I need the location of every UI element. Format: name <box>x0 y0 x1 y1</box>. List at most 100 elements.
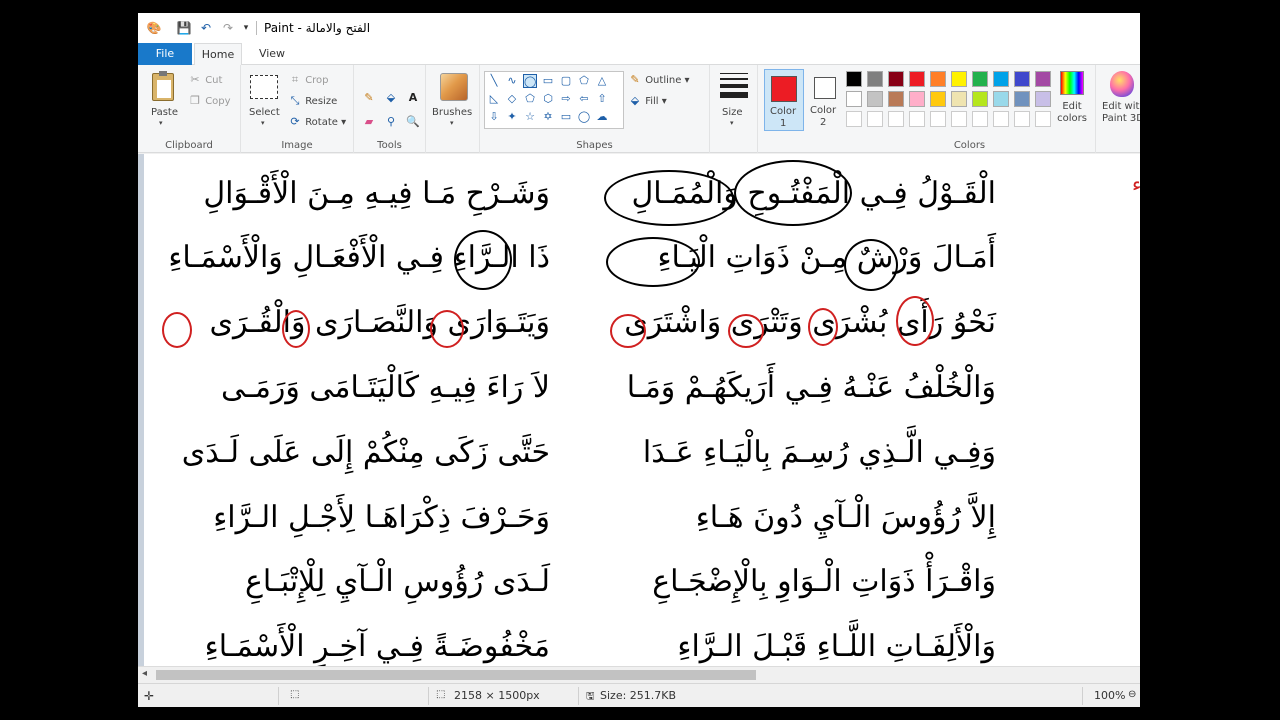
rotate-button[interactable]: ⟳ Rotate ▾ <box>288 115 346 128</box>
palette-color-swatch[interactable] <box>1014 91 1030 107</box>
oval-shape-icon[interactable]: ◯ <box>523 74 537 88</box>
pencil-icon[interactable]: ✎ <box>362 91 376 105</box>
diamond-shape-icon[interactable]: ◇ <box>505 92 519 106</box>
size-button[interactable]: Size ▾ <box>718 71 750 131</box>
edit-with-paint3d-button[interactable]: Edit with Paint 3D <box>1098 71 1140 133</box>
custom-color-slot[interactable] <box>846 111 862 127</box>
triangle-shape-icon[interactable]: △ <box>595 74 609 88</box>
margin-glyph: ء <box>1132 172 1140 196</box>
select-button[interactable]: Select ▾ <box>246 69 284 129</box>
custom-color-slot[interactable] <box>909 111 925 127</box>
palette-color-swatch[interactable] <box>1014 71 1030 87</box>
palette-color-swatch[interactable] <box>909 91 925 107</box>
palette-color-swatch[interactable] <box>1035 91 1051 107</box>
canvas-area: الْقَـوْلُ فِـي الْمَفْتُـوحِ وَالْمُمَـ… <box>138 154 1140 666</box>
horizontal-scrollbar[interactable]: ◂ <box>138 666 1140 683</box>
six-point-star-shape-icon[interactable]: ✡ <box>541 110 555 124</box>
color2-button[interactable]: Color 2 <box>806 69 844 131</box>
polygon-shape-icon[interactable]: ⬠ <box>577 74 591 88</box>
rounded-rectangle-shape-icon[interactable]: ▢ <box>559 74 573 88</box>
right-arrow-shape-icon[interactable]: ⇨ <box>559 92 573 106</box>
palette-color-swatch[interactable] <box>888 71 904 87</box>
scroll-left-icon[interactable]: ◂ <box>142 668 147 679</box>
palette-color-swatch[interactable] <box>930 91 946 107</box>
tab-file[interactable]: File <box>138 43 192 65</box>
hexagon-shape-icon[interactable]: ⬡ <box>541 92 555 106</box>
palette-color-swatch[interactable] <box>993 91 1009 107</box>
shapes-gallery[interactable]: ╲ ∿ ◯ ▭ ▢ ⬠ △ ◺ ◇ ⬠ ⬡ ⇨ ⇦ ⇧ ⇩ ✦ ☆ ✡ ▭ ◯ <box>484 71 624 129</box>
quick-access-dropdown-icon[interactable]: ▾ <box>238 20 254 36</box>
scissors-icon: ✂ <box>190 73 200 86</box>
selection-rect-icon <box>250 75 278 99</box>
clipboard-group: Paste ▾ ✂ Cut ❐ Copy Clipboard <box>138 65 241 153</box>
pentagon-shape-icon[interactable]: ⬠ <box>523 92 537 106</box>
left-arrow-shape-icon[interactable]: ⇦ <box>577 92 591 106</box>
palette-color-swatch[interactable] <box>888 91 904 107</box>
verse-6-right: إِلاَّ رُؤُوسَ الْـآيِ دُونَ هَـاءِ <box>695 500 996 535</box>
verse-7-left: لَـدَى رُؤُوسِ الْـآيِ لِلْإِتْبَـاعِ <box>244 564 550 599</box>
undo-icon[interactable]: ↶ <box>198 20 214 36</box>
custom-color-slot[interactable] <box>930 111 946 127</box>
custom-color-slot[interactable] <box>1014 111 1030 127</box>
verse-5-right: وَفِـي الَّـذِي رُسِـمَ بِالْيَـاءِ عَـد… <box>642 435 996 470</box>
outline-button[interactable]: ✎ Outline ▾ <box>628 73 689 86</box>
save-icon[interactable]: 💾 <box>176 20 192 36</box>
five-point-star-shape-icon[interactable]: ☆ <box>523 110 537 124</box>
palette-color-swatch[interactable] <box>972 71 988 87</box>
palette-color-swatch[interactable] <box>930 71 946 87</box>
rectangle-shape-icon[interactable]: ▭ <box>541 74 555 88</box>
tab-home[interactable]: Home <box>194 43 242 66</box>
text-tool-icon[interactable]: A <box>406 91 420 105</box>
up-arrow-shape-icon[interactable]: ⇧ <box>595 92 609 106</box>
edit-colors-button[interactable]: Edit colors <box>1052 71 1092 131</box>
custom-color-slot[interactable] <box>1035 111 1051 127</box>
palette-color-swatch[interactable] <box>846 91 862 107</box>
custom-color-slot[interactable] <box>888 111 904 127</box>
brushes-button[interactable]: Brushes ▾ <box>432 69 474 129</box>
copy-button[interactable]: ❐ Copy <box>188 94 231 107</box>
tab-view[interactable]: View <box>248 43 296 65</box>
down-arrow-shape-icon[interactable]: ⇩ <box>487 110 501 124</box>
color-picker-icon[interactable]: ⚲ <box>384 115 398 129</box>
curve-shape-icon[interactable]: ∿ <box>505 74 519 88</box>
custom-color-slot[interactable] <box>867 111 883 127</box>
line-shape-icon[interactable]: ╲ <box>487 74 501 88</box>
paste-button[interactable]: Paste ▾ <box>146 69 182 127</box>
palette-color-swatch[interactable] <box>846 71 862 87</box>
eraser-icon[interactable]: ▰ <box>362 115 376 129</box>
right-triangle-shape-icon[interactable]: ◺ <box>487 92 501 106</box>
custom-color-slot[interactable] <box>951 111 967 127</box>
cut-button[interactable]: ✂ Cut <box>188 73 222 86</box>
oval-callout-shape-icon[interactable]: ◯ <box>577 110 591 124</box>
fill-button[interactable]: ⬙ Fill ▾ <box>628 94 667 107</box>
ribbon: Paste ▾ ✂ Cut ❐ Copy Clipboard Select ▾ … <box>138 65 1140 153</box>
palette-color-swatch[interactable] <box>951 71 967 87</box>
circle-annotation <box>896 296 934 346</box>
four-point-star-shape-icon[interactable]: ✦ <box>505 110 519 124</box>
image-group: Select ▾ ⌗ Crop ⤡ Resize ⟳ Rotate ▾ Imag… <box>241 65 354 153</box>
redo-icon[interactable]: ↷ <box>220 20 236 36</box>
paint-app-icon: 🎨 <box>146 21 162 35</box>
clipboard-group-label: Clipboard <box>165 140 213 151</box>
rounded-callout-shape-icon[interactable]: ▭ <box>559 110 573 124</box>
fill-bucket-icon[interactable]: ⬙ <box>384 91 398 105</box>
palette-color-swatch[interactable] <box>867 71 883 87</box>
paint-window: 🎨 💾 ↶ ↷ ▾ الفتح والامالة - Paint File Ho… <box>138 13 1140 707</box>
custom-color-slot[interactable] <box>993 111 1009 127</box>
magnifier-icon[interactable]: 🔍 <box>406 115 420 129</box>
cloud-callout-shape-icon[interactable]: ☁ <box>595 110 609 124</box>
circle-annotation <box>606 237 700 287</box>
zoom-out-icon[interactable]: ⊖ <box>1128 689 1136 700</box>
palette-color-swatch[interactable] <box>867 91 883 107</box>
palette-color-swatch[interactable] <box>993 71 1009 87</box>
palette-color-swatch[interactable] <box>909 71 925 87</box>
crop-button[interactable]: ⌗ Crop <box>288 73 329 87</box>
scrollbar-thumb[interactable] <box>156 670 756 680</box>
color1-button[interactable]: Color 1 <box>764 69 804 131</box>
resize-button[interactable]: ⤡ Resize <box>288 94 338 108</box>
custom-color-slot[interactable] <box>972 111 988 127</box>
palette-color-swatch[interactable] <box>951 91 967 107</box>
palette-color-swatch[interactable] <box>1035 71 1051 87</box>
drawing-canvas[interactable]: الْقَـوْلُ فِـي الْمَفْتُـوحِ وَالْمُمَـ… <box>144 154 1140 666</box>
palette-color-swatch[interactable] <box>972 91 988 107</box>
